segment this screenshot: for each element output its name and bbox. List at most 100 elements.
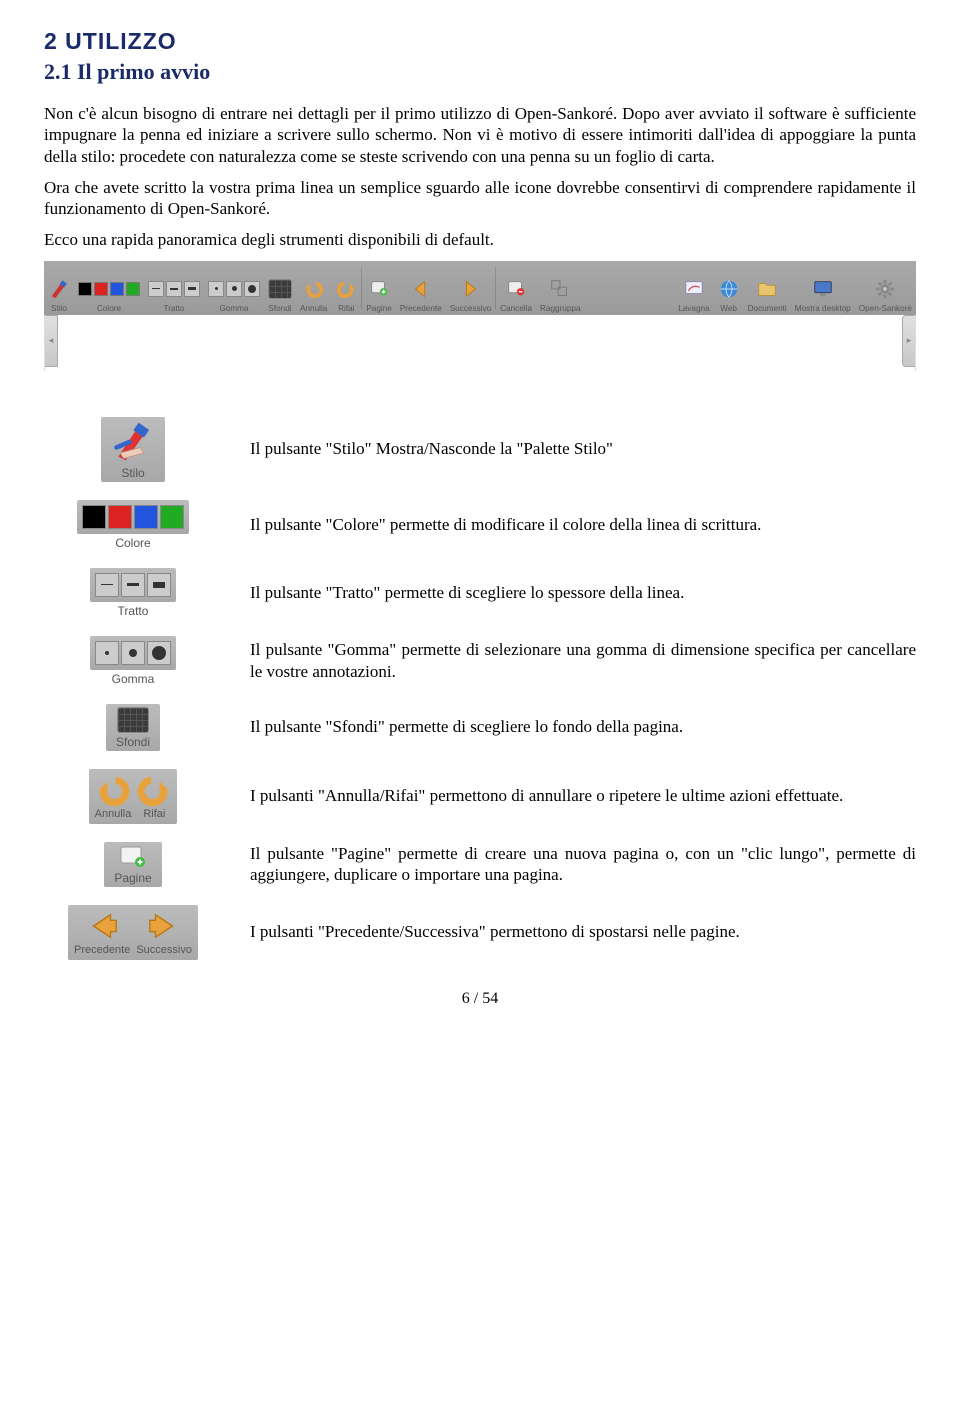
pages-icon [368,278,390,300]
toolbar-documenti-label: Documenti [748,304,787,313]
toolbar-raggruppa[interactable]: Raggruppa [536,261,585,315]
color-green-swatch [160,505,184,529]
color-red-swatch [108,505,132,529]
colore-description: Il pulsante "Colore" permette di modific… [250,500,916,550]
toolbar-pagine-label: Pagine [366,304,392,313]
toolbar-precedente-label: Precedente [400,304,442,313]
intro-paragraph-1: Non c'è alcun bisogno di entrare nei det… [44,103,916,167]
toolbar-pagine[interactable]: Pagine [362,261,396,315]
rifai-label: Rifai [143,808,165,820]
annulla-rifai-description: I pulsanti "Annulla/Rifai" permettono di… [250,769,916,824]
eraser-large-icon [244,281,260,297]
redo-large-icon [137,773,171,807]
toolbar-gomma[interactable]: Gomma [204,261,264,315]
sfondi-button[interactable]: Sfondi [106,704,160,751]
toolbar-web[interactable]: Web [714,261,744,315]
prev-large-icon [85,909,119,943]
color-red-icon [94,282,108,296]
right-panel-handle[interactable]: ▸ [902,315,915,367]
stilo-description: Il pulsante "Stilo" Mostra/Nasconde la "… [250,417,916,482]
redo-icon [335,278,357,300]
toolbar-annulla[interactable]: Annulla [296,261,331,315]
toolbar-stilo[interactable]: Stilo [44,261,74,315]
sfondi-label: Sfondi [116,735,150,749]
toolbar-gomma-label: Gomma [219,304,248,313]
toolbar-precedente[interactable]: Precedente [396,261,446,315]
heading-primo-avvio: 2.1 Il primo avvio [44,59,916,85]
toolbar-mostradesktop-label: Mostra desktop [795,304,851,313]
toolbar-annulla-label: Annulla [300,304,327,313]
toolbar-raggruppa-label: Raggruppa [540,304,581,313]
colore-button[interactable]: Colore [77,500,189,550]
sfondi-description: Il pulsante "Sfondi" permette di sceglie… [250,704,916,751]
page-number: 6 / 54 [44,990,916,1008]
toolbar-tratto-label: Tratto [163,304,184,313]
heading-utilizzo: 2 UTILIZZO [44,28,916,55]
web-icon [718,278,740,300]
gomma-button[interactable]: Gomma [90,636,176,686]
toolbar-successivo-label: Successivo [450,304,491,313]
intro-paragraph-3: Ecco una rapida panoramica degli strumen… [44,229,916,250]
toolbar-lavagna[interactable]: Lavagna [674,261,713,315]
toolbar-successivo[interactable]: Successivo [446,261,495,315]
toolbar-mostra-desktop[interactable]: Mostra desktop [791,261,855,315]
color-black-swatch [82,505,106,529]
backgrounds-icon [268,279,292,299]
color-green-icon [126,282,140,296]
eraser-small-swatch [95,641,119,665]
toolbar-rifai[interactable]: Rifai [331,261,361,315]
precedente-label: Precedente [74,944,130,956]
color-black-icon [78,282,92,296]
eraser-med-icon [226,281,242,297]
prev-next-buttons[interactable]: Precedente Successivo [68,905,198,960]
tratto-description: Il pulsante "Tratto" permette di sceglie… [250,568,916,618]
pages-large-icon [119,845,147,869]
colore-label: Colore [115,536,150,550]
gomma-label: Gomma [112,672,155,686]
toolbar-colore[interactable]: Colore [74,261,144,315]
pagine-button[interactable]: Pagine [104,842,161,887]
undo-large-icon [96,773,130,807]
undo-icon [303,278,325,300]
toolbar-tratto[interactable]: Tratto [144,261,204,315]
toolbar-cancella[interactable]: Cancella [496,261,536,315]
toolbar-documenti[interactable]: Documenti [744,261,791,315]
backgrounds-large-icon [117,707,149,733]
desktop-icon [812,278,834,300]
toolbar-cancella-label: Cancella [500,304,532,313]
prec-succ-description: I pulsanti "Precedente/Successiva" perme… [250,905,916,960]
stroke-thin-icon [148,281,164,297]
stilo-icon [48,278,70,300]
toolbar-sfondi[interactable]: Sfondi [264,261,296,315]
eraser-med-swatch [121,641,145,665]
toolbar-lavagna-label: Lavagna [678,304,709,313]
tratto-button[interactable]: Tratto [90,568,176,618]
toolbar-stilo-label: Stilo [51,304,67,313]
toolbar-web-label: Web [720,304,737,313]
toolbar-opensankore-label: Open-Sankoré [859,304,912,313]
documents-icon [756,278,778,300]
stilo-label: Stilo [121,466,144,480]
pagine-description: Il pulsante "Pagine" permette di creare … [250,842,916,887]
stroke-thick-swatch [147,573,171,597]
toolbar-colore-label: Colore [97,304,121,313]
left-panel-handle[interactable]: ◂ [45,315,58,367]
tratto-label: Tratto [118,604,149,618]
intro-paragraph-2: Ora che avete scritto la vostra prima li… [44,177,916,220]
stroke-thick-icon [184,281,200,297]
toolbar-opensankore[interactable]: Open-Sankoré [855,261,916,315]
prev-icon [410,278,432,300]
group-icon [549,278,571,300]
eraser-large-swatch [147,641,171,665]
stroke-thin-swatch [95,573,119,597]
toolbar-sfondi-label: Sfondi [268,304,291,313]
undo-redo-buttons[interactable]: Annulla Rifai [89,769,178,824]
successivo-label: Successivo [136,944,192,956]
stroke-med-icon [166,281,182,297]
next-large-icon [147,909,181,943]
gear-icon [874,278,896,300]
board-icon [683,278,705,300]
stilo-button[interactable]: Stilo [101,417,165,482]
color-blue-icon [110,282,124,296]
color-blue-swatch [134,505,158,529]
